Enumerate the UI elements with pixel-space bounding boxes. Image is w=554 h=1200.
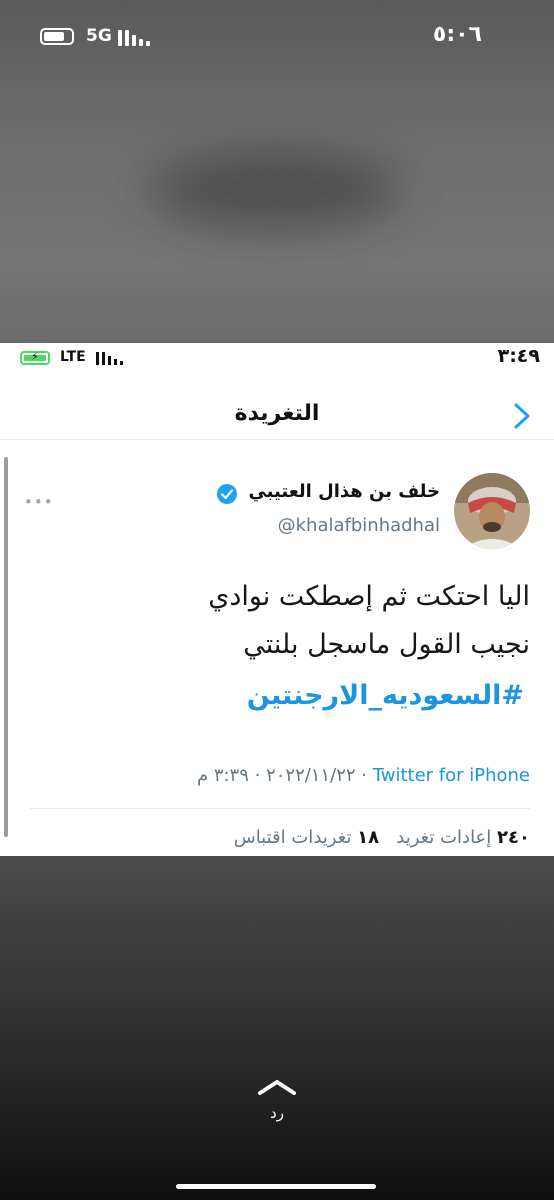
retweets-label: إعادات تغريد <box>396 827 492 848</box>
charging-battery-icon: ⚡ <box>20 350 50 365</box>
nav-bar: التغريدة <box>0 391 554 440</box>
inner-status-bar: ⚡ LTE ٣:٤٩ <box>0 343 554 373</box>
signal-bars-icon <box>118 28 152 46</box>
tweet-text-line-2: نجيب القول ماسجل بلنتي <box>243 629 530 660</box>
divider <box>30 808 530 809</box>
verified-badge-icon <box>217 484 237 504</box>
battery-icon <box>40 28 74 45</box>
tweet-source-link[interactable]: Twitter for iPhone <box>373 765 530 786</box>
tweet-text-line-1: اليا احتكت ثم إصطكت نوادي <box>208 581 530 612</box>
author-name[interactable]: خلف بن هذال العتيبي <box>248 481 440 502</box>
back-chevron-icon[interactable] <box>510 401 534 431</box>
tweet-stats: ٢٤٠ إعادات تغريد ١٨ تغريدات اقتباس <box>234 827 530 848</box>
scrollbar[interactable] <box>4 457 8 837</box>
reply-chevron-icon[interactable] <box>256 1078 298 1096</box>
hashtag-link[interactable]: #السعوديه_الارجنتين <box>247 680 524 711</box>
tweet-meta: ٢٠٢٢/١١/٢٢ · ٣:٣٩ م · Twitter for iPhone <box>196 765 530 786</box>
tweet-screenshot: ⚡ LTE ٣:٤٩ التغريدة ••• خلف بن هذال العت… <box>0 343 554 856</box>
tweet-date: ٢٠٢٢/١١/٢٢ <box>266 765 356 786</box>
author-handle[interactable]: @khalafbinhadhal <box>278 515 440 536</box>
more-options-icon[interactable]: ••• <box>24 493 54 511</box>
quotes-count: ١٨ <box>357 827 380 848</box>
retweets-count: ٢٤٠ <box>497 827 530 848</box>
avatar[interactable] <box>454 473 530 549</box>
page-title: التغريدة <box>234 401 320 426</box>
inner-signal-icon <box>96 351 123 365</box>
quotes-label: تغريدات اقتباس <box>233 827 352 848</box>
quotes-stat[interactable]: ١٨ تغريدات اقتباس <box>234 827 379 848</box>
inner-status-time: ٣:٤٩ <box>497 345 540 367</box>
tweet-time: ٣:٣٩ م <box>196 765 249 786</box>
inner-network-type: LTE <box>60 349 86 365</box>
blurred-background <box>150 150 400 230</box>
home-indicator[interactable] <box>176 1184 376 1189</box>
reply-label[interactable]: رد <box>0 1104 554 1122</box>
outer-status-bar: 5G ٥:٠٦ <box>0 0 554 72</box>
retweets-stat[interactable]: ٢٤٠ إعادات تغريد <box>396 827 530 848</box>
status-time: ٥:٠٦ <box>432 22 482 47</box>
network-type: 5G <box>86 26 112 46</box>
